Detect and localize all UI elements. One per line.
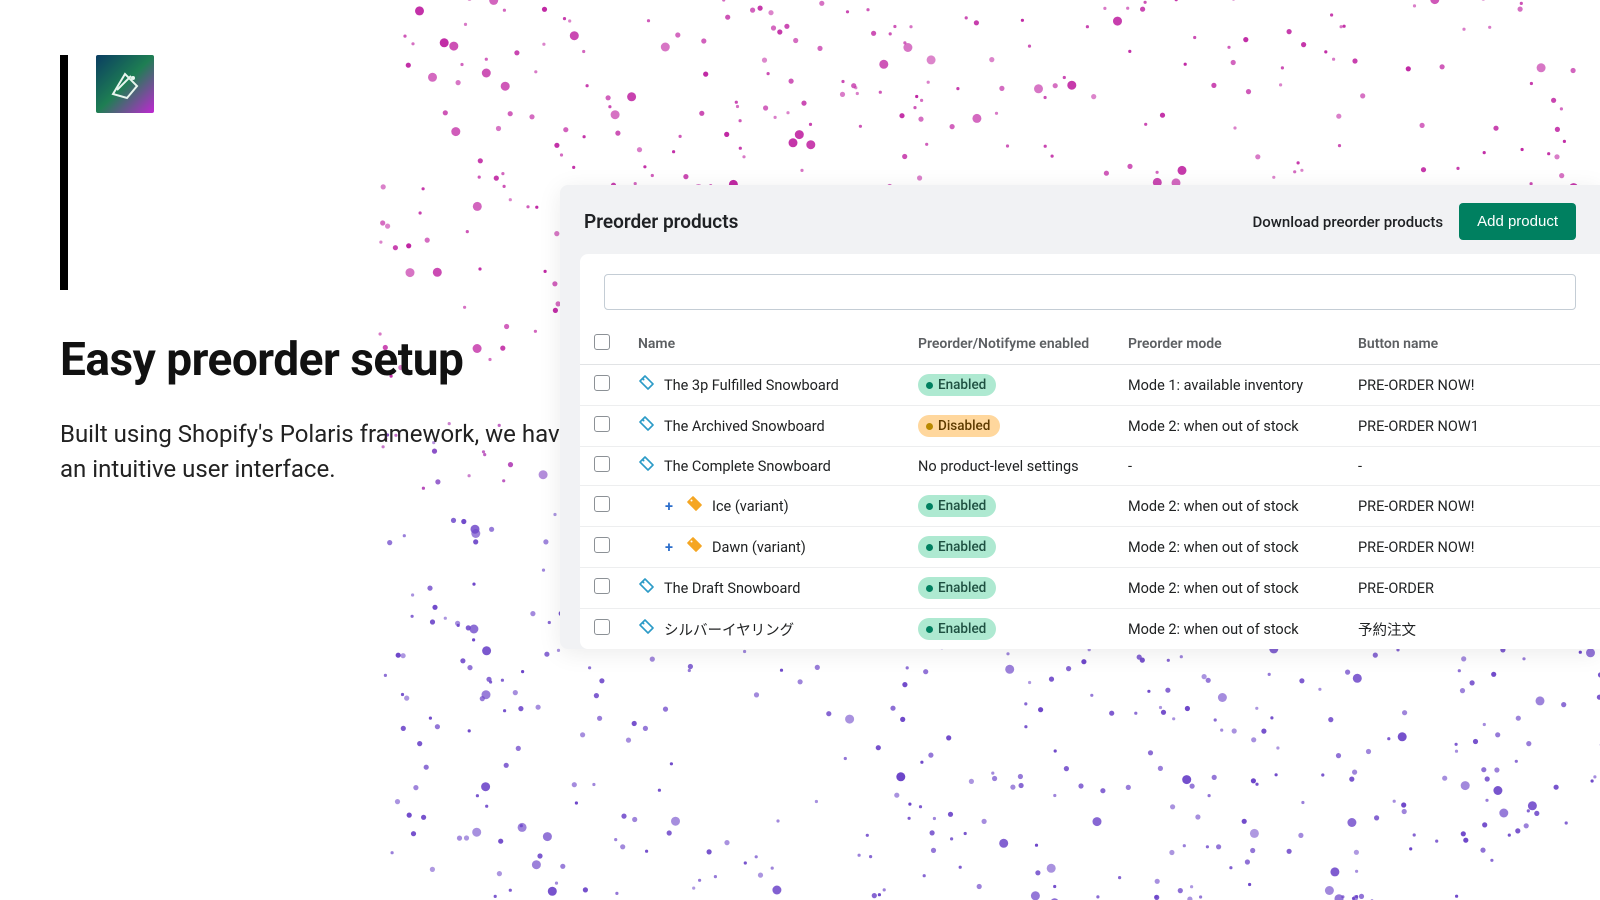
- preorder-app-panel: Preorder products Download preorder prod…: [560, 185, 1600, 649]
- status-dot-icon: [926, 382, 933, 389]
- table-row[interactable]: シルバーイヤリング Enabled Mode 2: when out of stoc…: [580, 609, 1600, 650]
- status-dot-icon: [926, 503, 933, 510]
- row-checkbox[interactable]: [594, 416, 610, 432]
- button-name-text: -: [1358, 458, 1362, 475]
- products-table: Name Preorder/Notifyme enabled Preorder …: [580, 324, 1600, 649]
- status-badge: Disabled: [918, 415, 1000, 437]
- product-name: The Archived Snowboard: [664, 418, 825, 435]
- page-title: Preorder products: [584, 210, 738, 233]
- table-row[interactable]: The Complete Snowboard No product-level s…: [580, 447, 1600, 486]
- status-badge: Enabled: [918, 495, 996, 517]
- product-tag-icon: [638, 375, 654, 395]
- table-row[interactable]: + Dawn (variant) Enabled Mode 2: when out o…: [580, 527, 1600, 568]
- expand-icon[interactable]: +: [662, 498, 676, 515]
- download-button[interactable]: Download preorder products: [1253, 213, 1444, 231]
- status-badge: Enabled: [918, 536, 996, 558]
- table-row[interactable]: + Ice (variant) Enabled Mode 2: when out of…: [580, 486, 1600, 527]
- table-row[interactable]: The Draft Snowboard Enabled Mode 2: when o…: [580, 568, 1600, 609]
- app-logo: [96, 55, 154, 113]
- add-product-button[interactable]: Add product: [1459, 203, 1576, 240]
- search-input[interactable]: [604, 274, 1576, 310]
- product-name: Dawn (variant): [712, 539, 806, 556]
- button-name-text: PRE-ORDER NOW!: [1358, 377, 1474, 394]
- expand-icon[interactable]: +: [662, 539, 676, 556]
- product-tag-icon: [638, 416, 654, 436]
- col-header-mode: Preorder mode: [1114, 324, 1344, 365]
- mode-text: Mode 2: when out of stock: [1128, 539, 1299, 556]
- col-header-status: Preorder/Notifyme enabled: [904, 324, 1114, 365]
- button-name-text: 予約注文: [1358, 622, 1416, 639]
- search-wrap: [580, 254, 1600, 324]
- product-name: The Draft Snowboard: [664, 580, 800, 597]
- button-name-text: PRE-ORDER: [1358, 580, 1434, 597]
- mode-text: Mode 2: when out of stock: [1128, 621, 1299, 638]
- product-name: The 3p Fulfilled Snowboard: [664, 377, 839, 394]
- accent-bar: [60, 55, 68, 290]
- row-checkbox[interactable]: [594, 537, 610, 553]
- status-badge: Enabled: [918, 374, 996, 396]
- row-checkbox[interactable]: [594, 456, 610, 472]
- status-text: Enabled: [938, 621, 986, 637]
- status-text: Enabled: [938, 377, 986, 393]
- col-header-button: Button name: [1344, 324, 1600, 365]
- row-checkbox[interactable]: [594, 619, 610, 635]
- status-text: Enabled: [938, 498, 986, 514]
- button-name-text: PRE-ORDER NOW1: [1358, 418, 1479, 435]
- status-text: Enabled: [938, 580, 986, 596]
- button-name-text: PRE-ORDER NOW!: [1358, 498, 1474, 515]
- status-text: No product-level settings: [918, 458, 1079, 475]
- product-tag-icon: [638, 456, 654, 476]
- status-badge: Enabled: [918, 577, 996, 599]
- col-header-name: Name: [624, 324, 904, 365]
- status-dot-icon: [926, 626, 933, 633]
- status-badge: Enabled: [918, 618, 996, 640]
- product-tag-icon: [638, 578, 654, 598]
- product-name: The Complete Snowboard: [664, 458, 831, 475]
- marketing-column: Easy preorder setup Built using Shopify'…: [60, 55, 580, 487]
- product-tag-icon: [638, 619, 654, 639]
- row-checkbox[interactable]: [594, 578, 610, 594]
- mode-text: Mode 2: when out of stock: [1128, 418, 1299, 435]
- mode-text: Mode 2: when out of stock: [1128, 498, 1299, 515]
- headline: Easy preorder setup: [60, 333, 580, 387]
- button-name-text: PRE-ORDER NOW!: [1358, 539, 1474, 556]
- mode-text: Mode 2: when out of stock: [1128, 580, 1299, 597]
- header-actions: Download preorder products Add product: [1253, 203, 1577, 240]
- subheadline: Built using Shopify's Polaris framework,…: [60, 417, 580, 487]
- mode-text: -: [1128, 458, 1132, 475]
- status-text: Enabled: [938, 539, 986, 555]
- status-dot-icon: [926, 423, 933, 430]
- product-name: シルバーイヤリング: [664, 619, 794, 640]
- table-row[interactable]: The 3p Fulfilled Snowboard Enabled Mode 1:…: [580, 365, 1600, 406]
- select-all-checkbox[interactable]: [594, 334, 610, 350]
- status-dot-icon: [926, 544, 933, 551]
- variant-tag-icon: [686, 537, 702, 557]
- row-checkbox[interactable]: [594, 375, 610, 391]
- variant-tag-icon: [686, 496, 702, 516]
- product-name: Ice (variant): [712, 498, 789, 515]
- app-header: Preorder products Download preorder prod…: [560, 185, 1600, 254]
- row-checkbox[interactable]: [594, 496, 610, 512]
- product-table-card: Name Preorder/Notifyme enabled Preorder …: [580, 254, 1600, 649]
- status-dot-icon: [926, 585, 933, 592]
- status-text: Disabled: [938, 418, 990, 434]
- mode-text: Mode 1: available inventory: [1128, 377, 1303, 394]
- table-row[interactable]: The Archived Snowboard Disabled Mode 2: wh…: [580, 406, 1600, 447]
